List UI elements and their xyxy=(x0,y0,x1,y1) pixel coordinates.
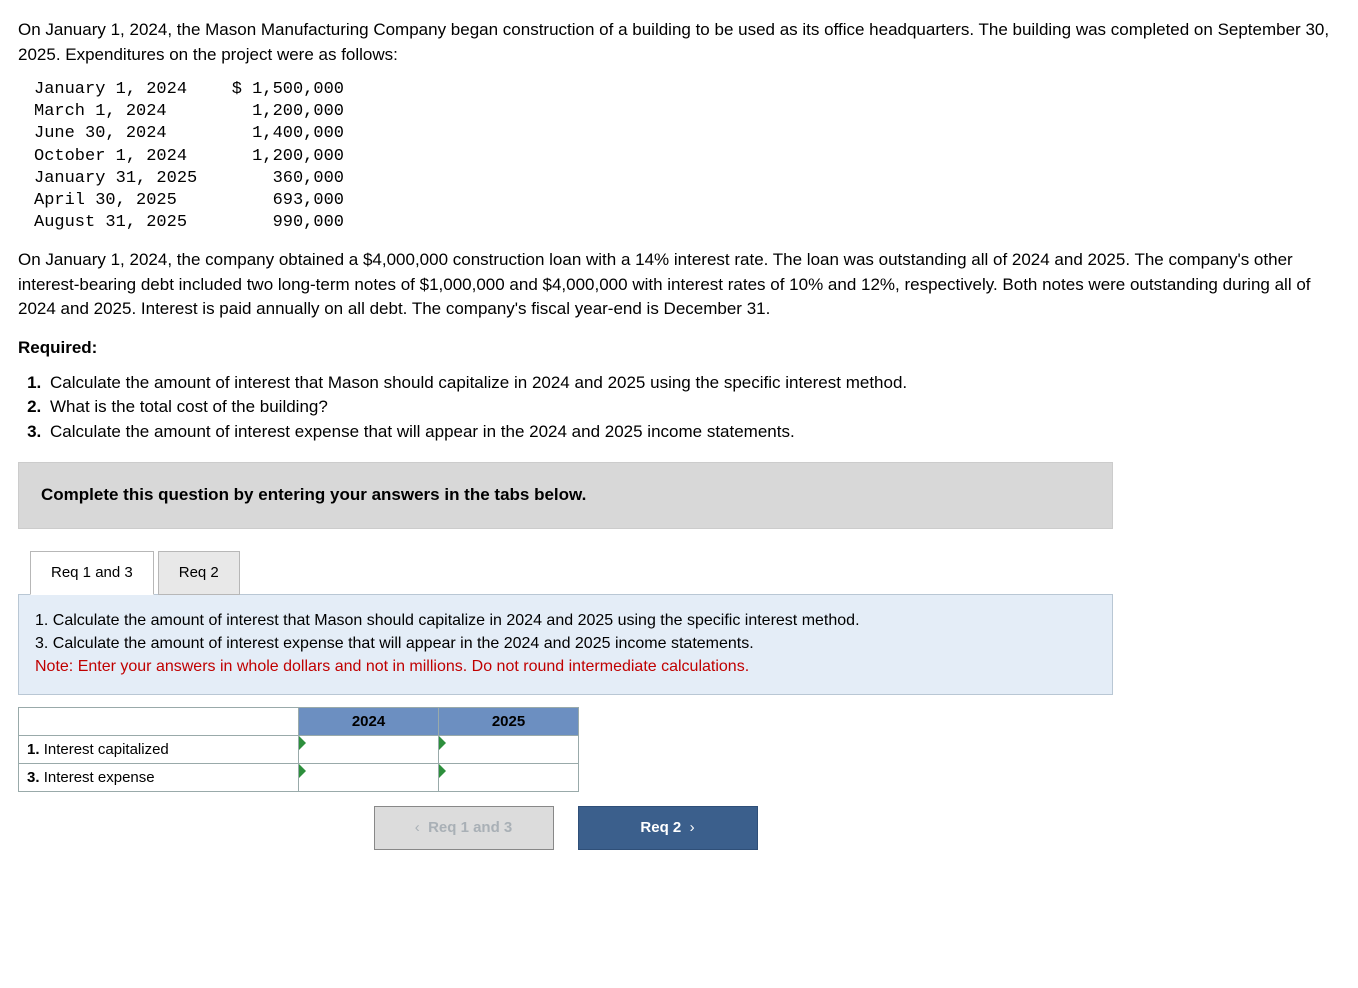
required-heading: Required: xyxy=(18,336,1340,361)
exp-row: April 30, 2025693,000 xyxy=(34,190,1340,212)
exp-row: June 30, 20241,400,000 xyxy=(34,123,1340,145)
row-interest-expense: 3. Interest expense xyxy=(19,764,299,792)
input-interest-expense-2024[interactable] xyxy=(299,764,439,792)
input-interest-capitalized-2025[interactable] xyxy=(439,736,579,764)
row-interest-capitalized: 1. Interest capitalized xyxy=(19,736,299,764)
expenditure-table: January 1, 2024$ 1,500,000 March 1, 2024… xyxy=(34,79,1340,234)
exp-row: January 31, 2025360,000 xyxy=(34,168,1340,190)
requirement-3: Calculate the amount of interest expense… xyxy=(46,420,1340,445)
answer-table: 2024 2025 1. Interest capitalized 3. Int… xyxy=(18,707,579,792)
next-button[interactable]: Req 2 › xyxy=(578,806,758,850)
col-header-2024: 2024 xyxy=(299,708,439,736)
panel-line-1: 1. Calculate the amount of interest that… xyxy=(35,609,1096,632)
tab-req-2[interactable]: Req 2 xyxy=(158,551,240,595)
requirements-list: Calculate the amount of interest that Ma… xyxy=(40,371,1340,445)
table-corner xyxy=(19,708,299,736)
problem-intro-1: On January 1, 2024, the Mason Manufactur… xyxy=(18,18,1340,67)
tab-strip: Req 1 and 3 Req 2 xyxy=(30,551,1113,595)
prev-button: ‹ Req 1 and 3 xyxy=(374,806,554,850)
panel-line-3: 3. Calculate the amount of interest expe… xyxy=(35,632,1096,655)
exp-row: March 1, 20241,200,000 xyxy=(34,101,1340,123)
problem-intro-2: On January 1, 2024, the company obtained… xyxy=(18,248,1340,322)
exp-row: January 1, 2024$ 1,500,000 xyxy=(34,79,1340,101)
input-interest-expense-2025[interactable] xyxy=(439,764,579,792)
panel-note: Note: Enter your answers in whole dollar… xyxy=(35,655,1096,678)
tab-panel-req-1-and-3: 1. Calculate the amount of interest that… xyxy=(18,594,1113,696)
tab-req-1-and-3[interactable]: Req 1 and 3 xyxy=(30,551,154,595)
input-interest-capitalized-2024[interactable] xyxy=(299,736,439,764)
requirement-1: Calculate the amount of interest that Ma… xyxy=(46,371,1340,396)
chevron-right-icon: › xyxy=(690,819,695,836)
exp-row: October 1, 20241,200,000 xyxy=(34,146,1340,168)
chevron-left-icon: ‹ xyxy=(415,819,420,836)
instruction-bar: Complete this question by entering your … xyxy=(18,462,1113,529)
exp-row: August 31, 2025990,000 xyxy=(34,212,1340,234)
requirement-2: What is the total cost of the building? xyxy=(46,395,1340,420)
col-header-2025: 2025 xyxy=(439,708,579,736)
